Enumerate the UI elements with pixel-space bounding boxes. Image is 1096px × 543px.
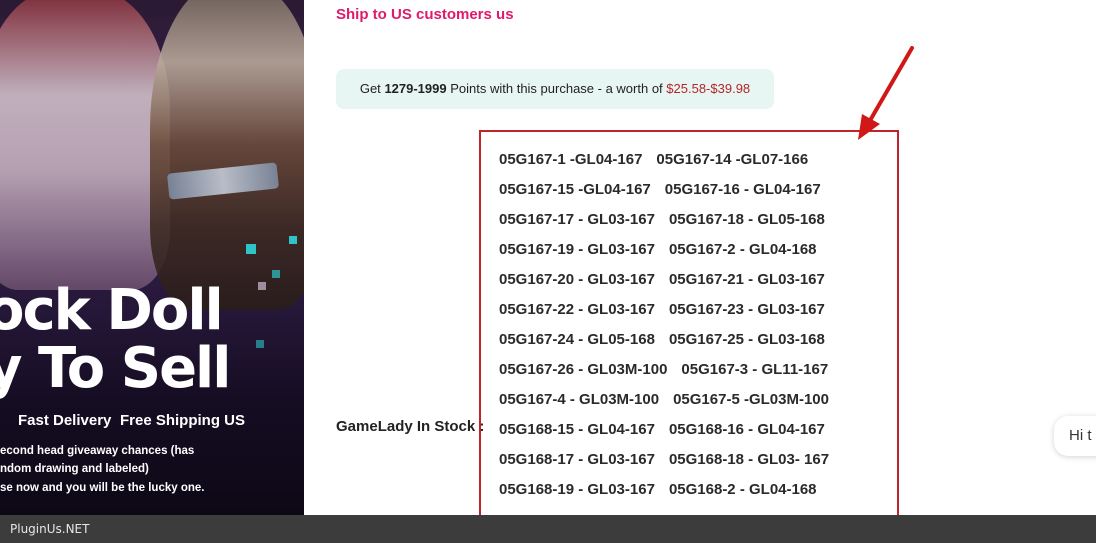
banner-pixel <box>246 244 256 254</box>
banner-figure-left <box>0 0 170 290</box>
promo-banner: ock Doll y To Sell l Fast Delivery Free … <box>0 0 304 515</box>
chat-widget-bubble[interactable]: Hi t <box>1054 416 1096 456</box>
stock-row: 05G167-15 -GL04-167 05G167-16 - GL04-167 <box>499 175 897 205</box>
stock-item: 05G168-15 - GL04-167 <box>499 421 655 438</box>
red-arrow-icon <box>858 46 914 140</box>
points-middle: Points with this purchase - a worth of <box>450 81 663 96</box>
stock-item: 05G167-23 - GL03-167 <box>668 301 825 318</box>
stock-item: 05G167-2 - GL04-168 <box>668 241 817 258</box>
stock-row: 05G168-15 - GL04-167 05G168-16 - GL04-167 <box>499 415 897 445</box>
stock-row: 05G167-20 - GL03-167 05G167-21 - GL03-167 <box>499 265 897 295</box>
stock-item: 05G167-18 - GL05-168 <box>668 211 825 228</box>
stock-item: 05G168-18 - GL03- 167 <box>668 451 830 468</box>
stock-item: 05G167-25 - GL03-168 <box>668 331 825 348</box>
banner-figure-right <box>150 0 304 310</box>
banner-fine-print: econd head giveaway chances (has <box>0 445 195 457</box>
ship-to-us-link[interactable]: Ship to US customers us <box>336 6 514 23</box>
banner-pixel <box>272 270 280 278</box>
stock-item: 05G167-1 -GL04-167 <box>499 151 643 168</box>
stock-item: 05G167-3 - GL11-167 <box>681 361 829 378</box>
footer-bar: PluginUs.NET <box>0 515 1096 543</box>
banner-feature-free-shipping: Free Shipping US <box>120 412 246 429</box>
stock-item: 05G167-5 -GL03M-100 <box>673 391 829 408</box>
stock-item: 05G167-22 - GL03-167 <box>499 301 655 318</box>
stock-row: 05G167-22 - GL03-167 05G167-23 - GL03-167 <box>499 295 897 325</box>
stock-item: 05G167-4 - GL03M-100 <box>499 391 660 408</box>
stock-row: 05G168-17 - GL03-167 05G168-18 - GL03- 16… <box>499 445 897 475</box>
banner-pixel <box>289 236 297 244</box>
stock-item: 05G168-2 - GL04-168 <box>668 481 817 498</box>
stock-item: 05G167-16 - GL04-167 <box>664 181 821 198</box>
footer-brand: PluginUs.NET <box>10 522 90 536</box>
points-info-box: Get 1279-1999 Points with this purchase … <box>336 69 774 109</box>
stock-item: 05G168-16 - GL04-167 <box>668 421 825 438</box>
chat-preview-text: Hi t <box>1069 427 1092 444</box>
stock-row: 05G167-17 - GL03-167 05G167-18 - GL05-168 <box>499 205 897 235</box>
points-range: 1279-1999 <box>384 81 447 96</box>
stock-label: GameLady In Stock : <box>336 418 485 435</box>
stock-item: 05G167-17 - GL03-167 <box>499 211 655 228</box>
stock-row: 05G168-19 - GL03-167 05G168-2 - GL04-168 <box>499 475 897 505</box>
points-prefix: Get <box>359 81 381 96</box>
banner-headline-line2: y To Sell <box>0 336 231 401</box>
stock-item: 05G168-19 - GL03-167 <box>499 481 655 498</box>
stock-item: 05G167-15 -GL04-167 <box>499 181 651 198</box>
banner-headline-line1: ock Doll <box>0 278 224 343</box>
stock-row: 05G167-19 - GL03-167 05G167-2 - GL04-168 <box>499 235 897 265</box>
stock-item: 05G167-21 - GL03-167 <box>668 271 825 288</box>
stock-item: 05G167-24 - GL05-168 <box>499 331 655 348</box>
stock-row: 05G167-4 - GL03M-100 05G167-5 -GL03M-100 <box>499 385 897 415</box>
stock-item: 05G167-14 -GL07-166 <box>656 151 809 168</box>
banner-fine-print: ndom drawing and labeled) <box>0 463 149 475</box>
banner-fine-print: se now and you will be the lucky one. <box>0 482 205 494</box>
stock-item: 05G168-17 - GL03-167 <box>499 451 655 468</box>
stock-row: 05G167-26 - GL03M-100 05G167-3 - GL11-167 <box>499 355 897 385</box>
stock-row: 05G167-1 -GL04-167 05G167-14 -GL07-166 <box>499 145 897 175</box>
stock-item: 05G167-26 - GL03M-100 <box>499 361 668 378</box>
stock-list-box: 05G167-1 -GL04-167 05G167-14 -GL07-166 05G… <box>479 130 899 515</box>
points-money-value: $25.58-$39.98 <box>666 81 751 96</box>
stock-item: 05G167-20 - GL03-167 <box>499 271 655 288</box>
stock-item: 05G167-19 - GL03-167 <box>499 241 655 258</box>
stock-row: 05G167-24 - GL05-168 05G167-25 - GL03-168 <box>499 325 897 355</box>
banner-feature-fast-delivery: Fast Delivery <box>18 412 112 429</box>
banner-headline: ock Doll y To Sell <box>0 282 304 398</box>
